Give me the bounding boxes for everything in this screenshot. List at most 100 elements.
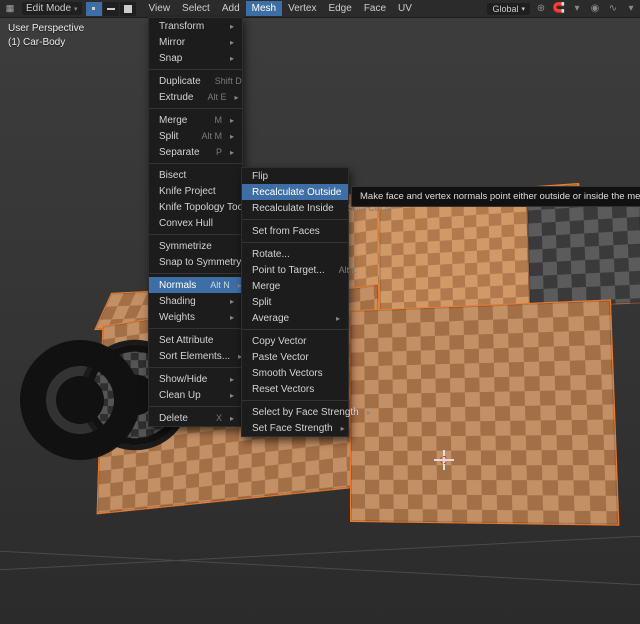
mesh-menu-knife-project[interactable]: Knife Project bbox=[149, 183, 242, 199]
mesh-menu-delete[interactable]: DeleteX bbox=[149, 410, 242, 426]
proportional-edit-toggle[interactable]: ◉ bbox=[587, 2, 603, 16]
menu-separator bbox=[242, 242, 348, 243]
normals-menu-average[interactable]: Average bbox=[242, 310, 348, 326]
options-dropdown[interactable]: ▾ bbox=[623, 2, 639, 16]
orientation-dropdown[interactable]: Global ▾ bbox=[487, 3, 530, 15]
mesh-menu-convex-hull[interactable]: Convex Hull bbox=[149, 215, 242, 231]
menu-shortcut: Alt E bbox=[207, 92, 226, 102]
menu-shortcut: P bbox=[216, 147, 222, 157]
menu-edge[interactable]: Edge bbox=[322, 1, 357, 16]
mesh-menu-snap-to-symmetry[interactable]: Snap to Symmetry bbox=[149, 254, 242, 270]
mesh-menu-symmetrize[interactable]: Symmetrize bbox=[149, 238, 242, 254]
mesh-menu-extrude[interactable]: ExtrudeAlt E bbox=[149, 89, 242, 105]
vertex-icon bbox=[92, 7, 95, 10]
mesh-menu-bisect[interactable]: Bisect bbox=[149, 167, 242, 183]
normals-menu-paste-vector[interactable]: Paste Vector bbox=[242, 349, 348, 365]
mesh-menu-mirror[interactable]: Mirror bbox=[149, 34, 242, 50]
grid-floor bbox=[0, 560, 640, 562]
normals-menu-recalculate-inside[interactable]: Recalculate InsideShift Ctrl N bbox=[242, 200, 348, 216]
menu-item-label: Symmetrize bbox=[159, 241, 234, 252]
overlay-object-name: (1) Car-Body bbox=[8, 36, 84, 50]
menu-shortcut: M bbox=[214, 115, 222, 125]
mesh-menu-snap[interactable]: Snap bbox=[149, 50, 242, 66]
menu-shortcut: Shift D bbox=[215, 76, 242, 86]
normals-menu-set-face-strength[interactable]: Set Face Strength bbox=[242, 420, 348, 436]
normals-submenu: FlipRecalculate OutsideShift NRecalculat… bbox=[241, 167, 349, 437]
menu-item-label: Rotate... bbox=[252, 249, 340, 260]
menu-item-label: Set from Faces bbox=[252, 226, 340, 237]
menu-item-label: Recalculate Inside bbox=[252, 203, 334, 214]
snap-dropdown[interactable]: ▾ bbox=[569, 2, 585, 16]
mesh-menu-sort-elements[interactable]: Sort Elements... bbox=[149, 348, 242, 364]
mesh-menu-split[interactable]: Split Alt M bbox=[149, 128, 242, 144]
mesh-menu-clean-up[interactable]: Clean Up bbox=[149, 387, 242, 403]
menu-mesh[interactable]: Mesh bbox=[246, 1, 282, 16]
mode-label: Edit Mode bbox=[26, 3, 71, 14]
normals-menu-merge[interactable]: Merge bbox=[242, 278, 348, 294]
normals-menu-set-from-faces[interactable]: Set from Faces bbox=[242, 223, 348, 239]
mode-dropdown[interactable]: Edit Mode ▾ bbox=[22, 2, 82, 15]
normals-menu-split[interactable]: Split bbox=[242, 294, 348, 310]
mesh-menu-knife-topology-tool[interactable]: Knife Topology Tool bbox=[149, 199, 242, 215]
menu-separator bbox=[149, 328, 242, 329]
menu-item-label: Smooth Vectors bbox=[252, 368, 340, 379]
menu-uv[interactable]: UV bbox=[392, 1, 418, 16]
menu-view[interactable]: View bbox=[143, 1, 177, 16]
menu-item-label: Weights bbox=[159, 312, 222, 323]
normals-menu-recalculate-outside[interactable]: Recalculate OutsideShift N bbox=[242, 184, 348, 200]
menu-face[interactable]: Face bbox=[358, 1, 392, 16]
menu-select[interactable]: Select bbox=[176, 1, 216, 16]
editor-type-icon[interactable]: ▦ bbox=[3, 2, 17, 16]
tooltip: Make face and vertex normals point eithe… bbox=[351, 186, 640, 207]
normals-menu-rotate[interactable]: Rotate... bbox=[242, 246, 348, 262]
normals-menu-reset-vectors[interactable]: Reset Vectors bbox=[242, 381, 348, 397]
menu-separator bbox=[149, 163, 242, 164]
edge-select-button[interactable] bbox=[103, 2, 119, 16]
chevron-down-icon: ▾ bbox=[74, 5, 78, 13]
menu-item-label: Duplicate bbox=[159, 76, 201, 87]
mesh-menu-shading[interactable]: Shading bbox=[149, 293, 242, 309]
overlay-perspective: User Perspective bbox=[8, 22, 84, 36]
snap-toggle[interactable]: 🧲 bbox=[551, 2, 567, 16]
normals-menu-flip[interactable]: Flip bbox=[242, 168, 348, 184]
menu-separator bbox=[242, 219, 348, 220]
mesh-menu-weights[interactable]: Weights bbox=[149, 309, 242, 325]
menu-item-label: Knife Project bbox=[159, 186, 234, 197]
menu-item-label: Sort Elements... bbox=[159, 351, 230, 362]
menu-separator bbox=[149, 406, 242, 407]
menu-separator bbox=[149, 367, 242, 368]
menubar: ViewSelectAddMeshVertexEdgeFaceUV bbox=[143, 1, 418, 16]
chevron-down-icon: ▾ bbox=[521, 5, 525, 13]
menu-item-label: Split bbox=[159, 131, 187, 142]
menu-separator bbox=[149, 69, 242, 70]
menu-vertex[interactable]: Vertex bbox=[282, 1, 322, 16]
pivot-dropdown[interactable]: ⊕ bbox=[533, 2, 549, 16]
menu-shortcut: Alt M bbox=[201, 131, 222, 141]
vertex-select-button[interactable] bbox=[86, 2, 102, 16]
menu-item-label: Knife Topology Tool bbox=[159, 202, 245, 213]
menu-add[interactable]: Add bbox=[216, 1, 246, 16]
mesh-menu-normals[interactable]: NormalsAlt N bbox=[149, 277, 242, 293]
proportional-dropdown[interactable]: ∿ bbox=[605, 2, 621, 16]
mesh-menu-set-attribute[interactable]: Set Attribute bbox=[149, 332, 242, 348]
mesh-menu-duplicate[interactable]: Duplicate Shift D bbox=[149, 73, 242, 89]
mesh-menu-merge[interactable]: MergeM bbox=[149, 112, 242, 128]
viewport-header: ▦ Edit Mode ▾ ViewSelectAddMeshVertexEdg… bbox=[0, 0, 640, 18]
menu-item-label: Recalculate Outside bbox=[252, 187, 342, 198]
menu-shortcut: Alt N bbox=[210, 280, 230, 290]
menu-separator bbox=[149, 273, 242, 274]
menu-item-label: Split bbox=[252, 297, 340, 308]
cursor-3d-icon bbox=[438, 454, 450, 466]
face-select-button[interactable] bbox=[120, 2, 136, 16]
mesh-menu-separate[interactable]: SeparateP bbox=[149, 144, 242, 160]
normals-menu-smooth-vectors[interactable]: Smooth Vectors bbox=[242, 365, 348, 381]
menu-shortcut: Alt L bbox=[339, 265, 357, 275]
normals-menu-select-by-face-strength[interactable]: Select by Face Strength bbox=[242, 404, 348, 420]
menu-item-label: Copy Vector bbox=[252, 336, 340, 347]
menu-shortcut: X bbox=[216, 413, 222, 423]
mesh-menu-show-hide[interactable]: Show/Hide bbox=[149, 371, 242, 387]
mesh-menu-transform[interactable]: Transform bbox=[149, 18, 242, 34]
normals-menu-copy-vector[interactable]: Copy Vector bbox=[242, 333, 348, 349]
normals-menu-point-to-target[interactable]: Point to Target...Alt L bbox=[242, 262, 348, 278]
mesh-menu: TransformMirrorSnap Duplicate Shift D Extru… bbox=[148, 17, 243, 427]
